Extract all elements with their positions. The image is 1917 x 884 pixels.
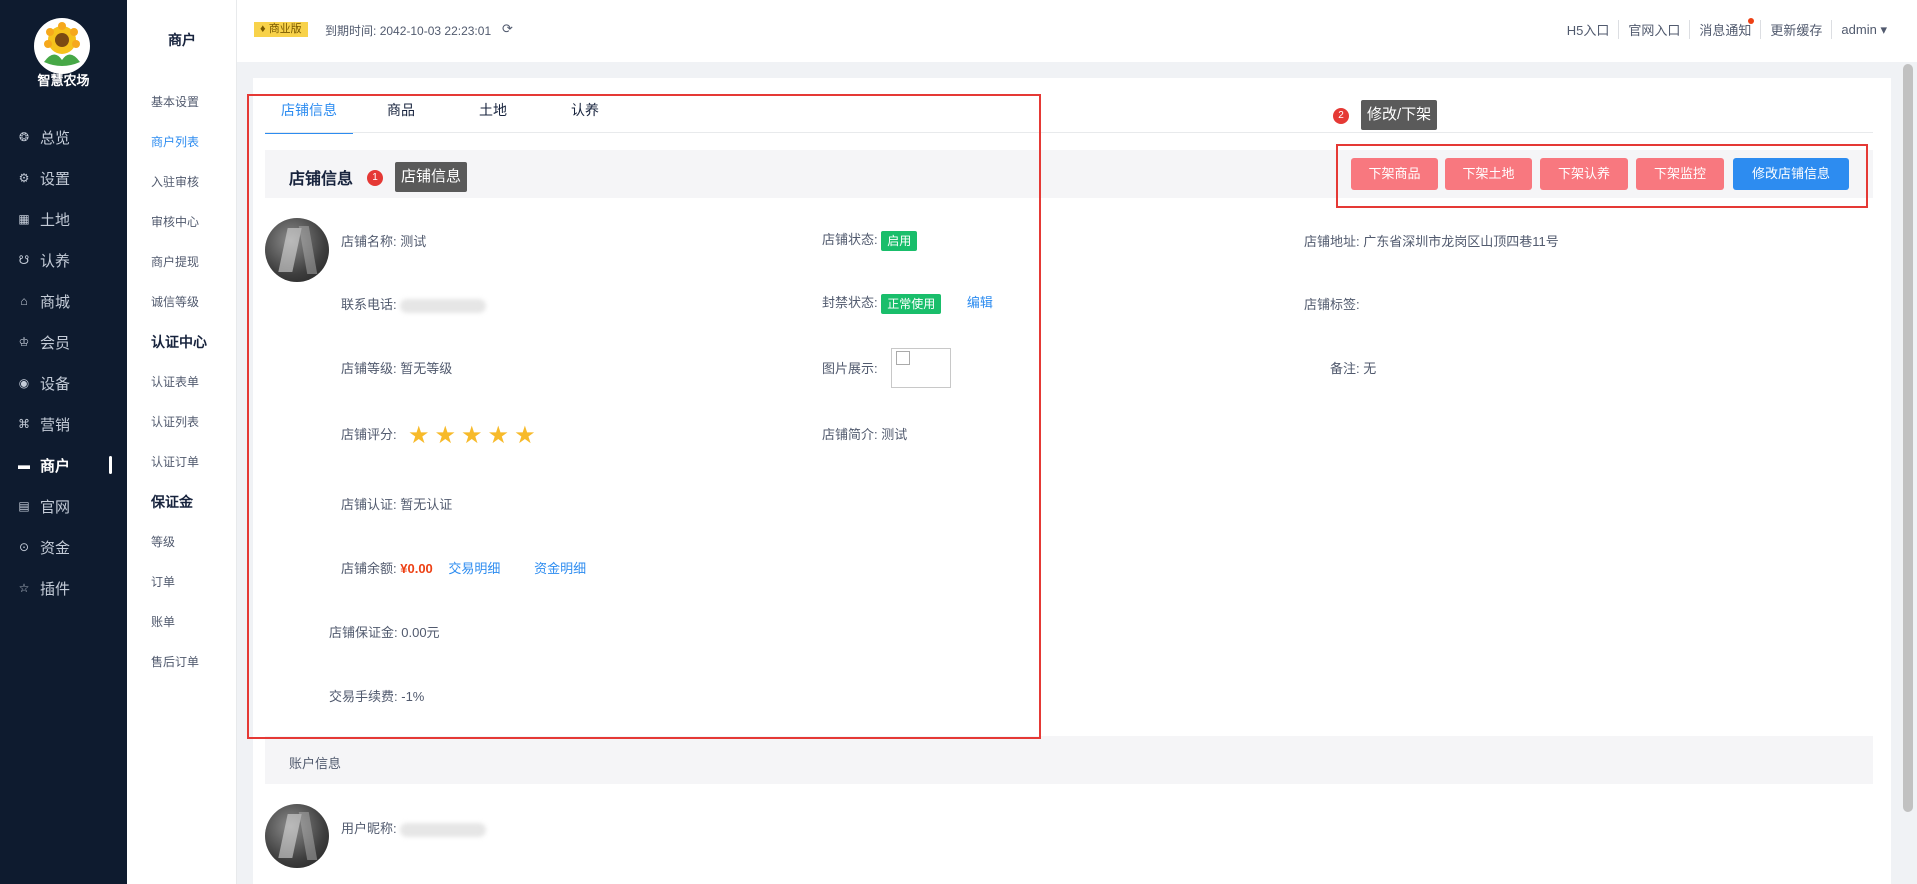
sidebar-item-7[interactable]: ⌘ 营销 xyxy=(0,409,127,439)
submenu-group-cert[interactable]: 认证中心 xyxy=(151,332,207,352)
sidebar-item-label: 插件 xyxy=(40,580,71,598)
submenu-item-review-center[interactable]: 审核中心 xyxy=(151,213,199,230)
caret-down-icon: ▾ xyxy=(1880,21,1887,37)
sidebar-item-10[interactable]: ⊙ 资金 xyxy=(0,532,127,562)
sidebar-item-6[interactable]: ◉ 设备 xyxy=(0,368,127,398)
remark-label: 备注: xyxy=(1330,361,1360,376)
funds-icon: ⊙ xyxy=(18,540,30,554)
edition-badge: ♦ 商业版 xyxy=(254,22,308,37)
website-entry-link[interactable]: 官网入口 xyxy=(1619,20,1691,39)
sidebar-item-label: 认养 xyxy=(40,252,71,270)
submenu-item-merchant-list[interactable]: 商户列表 xyxy=(151,133,199,150)
website-icon: ▤ xyxy=(18,499,30,513)
top-header: ♦ 商业版 到期时间: 2042-10-03 22:23:01 ⟳ H5入口 官… xyxy=(237,0,1917,62)
submenu-item-cert-list[interactable]: 认证列表 xyxy=(151,413,199,430)
store-address-value: 广东省深圳市龙岗区山顶四巷11号 xyxy=(1363,234,1559,249)
account-section-title: 账户信息 xyxy=(289,756,342,771)
annotation-box-store-info xyxy=(247,94,1041,739)
unread-dot xyxy=(1748,18,1755,24)
farm-logo[interactable] xyxy=(34,18,90,74)
merchant-icon: ▬ xyxy=(18,458,30,472)
submenu-title: 商户 xyxy=(168,32,196,48)
main-sidebar: 智慧农场 ❂ 总览 ⚙ 设置 ▦ 土地 ☋ 认养 ⌂ 商城 ♔ 会员 ◉ 设备 ⌘ 营销 ▬ 商户 ▤ 官网 ⊙ 资金 ☆ 插… xyxy=(0,0,127,884)
sidebar-item-3[interactable]: ☋ 认养 xyxy=(0,245,127,275)
h5-entry-link[interactable]: H5入口 xyxy=(1558,20,1620,39)
submenu-item-deposit-bills[interactable]: 账单 xyxy=(151,613,175,630)
username: admin xyxy=(1841,21,1877,37)
submenu-item-credit-level[interactable]: 诚信等级 xyxy=(151,293,199,310)
nickname-label: 用户昵称: xyxy=(341,821,397,836)
sidebar-item-label: 营销 xyxy=(40,416,71,434)
sidebar-item-label: 商城 xyxy=(40,293,71,311)
expire-info: 到期时间: 2042-10-03 22:23:01 xyxy=(325,22,491,39)
sidebar-item-label: 商户 xyxy=(40,457,71,475)
shop-icon: ⌂ xyxy=(20,294,28,308)
notifications-link[interactable]: 消息通知 xyxy=(1690,18,1762,39)
annotation-box-actions xyxy=(1336,144,1868,208)
crown-icon: ♔ xyxy=(18,335,30,349)
sidebar-item-label: 官网 xyxy=(40,498,71,516)
scrollbar[interactable] xyxy=(1903,64,1913,812)
submenu-item-cert-form[interactable]: 认证表单 xyxy=(151,373,199,390)
edition-label: 商业版 xyxy=(268,23,302,35)
adopt-icon: ☋ xyxy=(18,253,30,267)
sidebar-item-label: 资金 xyxy=(40,539,71,557)
user-avatar xyxy=(265,804,329,868)
submenu-item-cert-orders[interactable]: 认证订单 xyxy=(151,453,199,470)
store-address-label: 店铺地址: xyxy=(1304,234,1360,249)
store-tags-label: 店铺标签: xyxy=(1304,297,1360,312)
sidebar-item-0[interactable]: ❂ 总览 xyxy=(0,122,127,152)
sidebar-item-label: 土地 xyxy=(40,211,71,229)
header-links: H5入口 官网入口 消息通知 更新缓存 admin ▾ xyxy=(1558,18,1887,39)
remark-field: 备注: 无 xyxy=(1330,358,1376,377)
location-icon: ◉ xyxy=(18,376,30,390)
notifications-label: 消息通知 xyxy=(1699,23,1752,38)
sidebar-item-4[interactable]: ⌂ 商城 xyxy=(0,286,127,316)
sidebar-item-5[interactable]: ♔ 会员 xyxy=(0,327,127,357)
account-section-bar xyxy=(265,736,1873,784)
diamond-icon: ♦ xyxy=(260,23,266,35)
annotation-label-1: 店铺信息 xyxy=(395,162,468,192)
annotation-label-2: 修改/下架 xyxy=(1361,100,1438,130)
submenu-group-deposit[interactable]: 保证金 xyxy=(151,492,193,512)
sidebar-item-8[interactable]: ▬ 商户 xyxy=(0,450,127,480)
sidebar-item-label: 设备 xyxy=(40,375,71,393)
app-title: 智慧农场 xyxy=(37,73,90,88)
grid-icon: ▦ xyxy=(18,212,30,226)
star-icon: ☆ xyxy=(18,581,30,595)
store-address-field: 店铺地址: 广东省深圳市龙岗区山顶四巷11号 xyxy=(1304,231,1559,250)
annotation-badge-1: 1 xyxy=(367,170,383,186)
sidebar-item-9[interactable]: ▤ 官网 xyxy=(0,491,127,521)
sidebar-item-label: 设置 xyxy=(40,170,71,188)
remark-value: 无 xyxy=(1363,361,1377,376)
sidebar-item-label: 会员 xyxy=(40,334,71,352)
submenu-item-after-sale[interactable]: 售后订单 xyxy=(151,653,199,670)
submenu-item-withdraw[interactable]: 商户提现 xyxy=(151,253,199,270)
user-menu[interactable]: admin ▾ xyxy=(1832,22,1887,38)
sidebar-item-label: 总览 xyxy=(40,129,71,147)
refresh-icon[interactable]: ⟳ xyxy=(502,21,513,37)
submenu-item-entry-review[interactable]: 入驻审核 xyxy=(151,173,199,190)
dashboard-icon: ❂ xyxy=(18,130,30,144)
sidebar-item-1[interactable]: ⚙ 设置 xyxy=(0,163,127,193)
nickname-field: 用户昵称: xyxy=(341,818,487,837)
sunflower-icon xyxy=(44,22,80,66)
expire-label: 到期时间: xyxy=(325,24,377,38)
update-cache-link[interactable]: 更新缓存 xyxy=(1761,20,1833,39)
submenu-item-basic-settings[interactable]: 基本设置 xyxy=(151,93,199,110)
sidebar-item-11[interactable]: ☆ 插件 xyxy=(0,573,127,603)
gear-icon: ⚙ xyxy=(18,171,30,185)
marketing-icon: ⌘ xyxy=(18,417,30,431)
redacted-nickname xyxy=(400,822,487,837)
expire-value: 2042-10-03 22:23:01 xyxy=(379,24,492,38)
annotation-badge-2: 2 xyxy=(1333,108,1349,124)
sub-sidebar: 商户 基本设置 商户列表 入驻审核 审核中心 商户提现 诚信等级 认证中心 认证… xyxy=(127,0,237,884)
submenu-item-deposit-level[interactable]: 等级 xyxy=(151,533,175,550)
submenu-item-deposit-orders[interactable]: 订单 xyxy=(151,573,175,590)
sidebar-item-2[interactable]: ▦ 土地 xyxy=(0,204,127,234)
